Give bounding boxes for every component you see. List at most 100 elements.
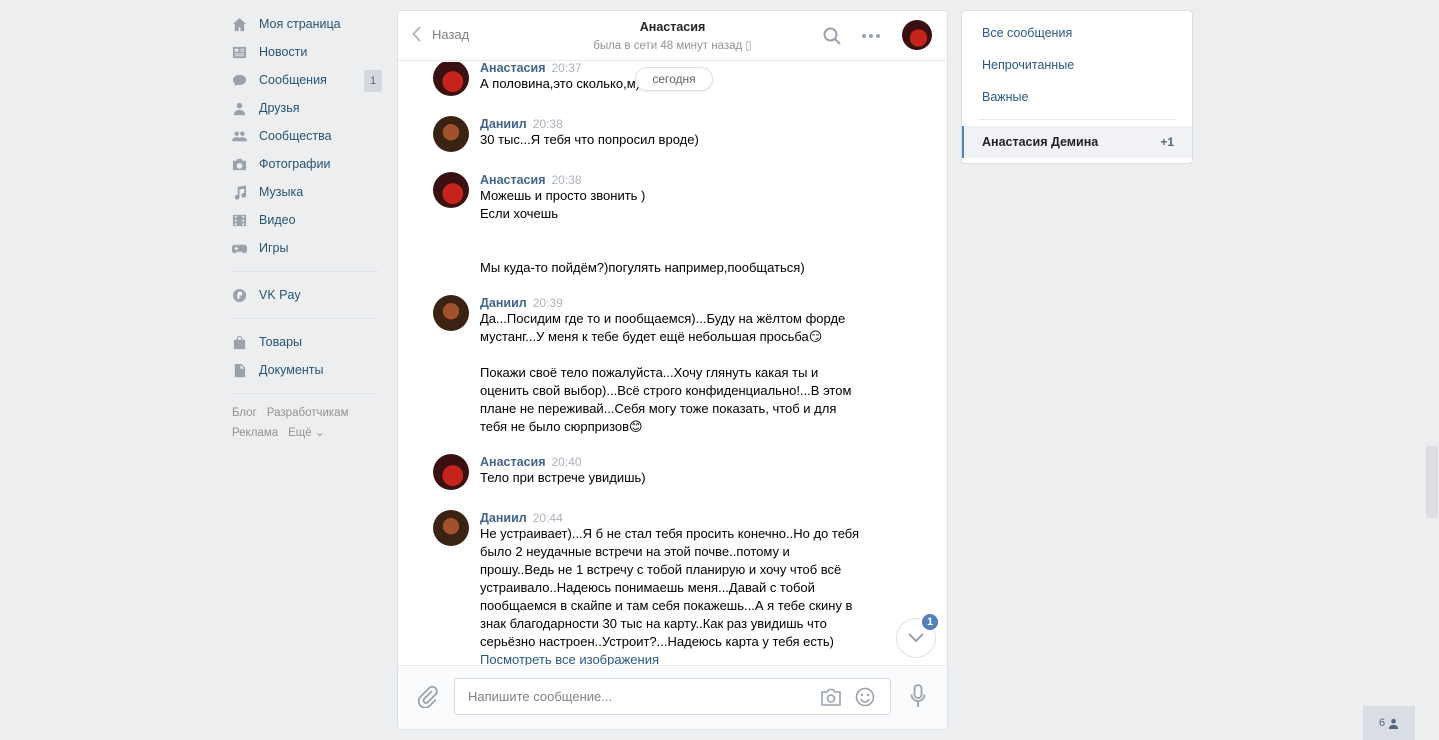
vkpay-icon: [229, 287, 249, 303]
message-time: 20:39: [532, 296, 563, 310]
message-text: плане не переживай...Себя могу тоже пока…: [480, 401, 837, 416]
avatar[interactable]: [433, 62, 469, 96]
microphone-icon[interactable]: [910, 684, 926, 708]
chat-header: Назад Анастасия была в сети 48 минут наз…: [398, 11, 947, 61]
video-icon: [229, 212, 249, 228]
message-text: мустанг...У меня к тебе будет ещё неболь…: [480, 329, 823, 344]
page-scrollbar[interactable]: [1426, 446, 1438, 518]
message-text: Покажи своё тело пожалуйста...Хочу гляну…: [480, 365, 819, 380]
peer-status-text: была в сети 48 минут назад: [593, 40, 743, 52]
back-label: Назад: [432, 26, 470, 42]
home-icon: [229, 16, 249, 32]
nav-label: Моя страница: [259, 17, 341, 31]
avatar[interactable]: [433, 454, 469, 490]
conversation-name: Анастасия Демина: [982, 135, 1099, 149]
message-input[interactable]: [455, 679, 795, 714]
footer-dev-link[interactable]: Разработчикам: [267, 407, 349, 419]
online-friends-button[interactable]: 6: [1363, 706, 1415, 740]
nav-goods[interactable]: Товары: [229, 328, 384, 356]
nav-label: Музыка: [259, 185, 304, 199]
messages-icon: [229, 72, 249, 88]
nav-label: Друзья: [259, 101, 300, 115]
message-text: было 2 неудачные встречи на этой почве..…: [480, 544, 790, 559]
nav-label: Видео: [259, 213, 296, 227]
search-icon[interactable]: [823, 27, 841, 45]
message: Даниил 20:38 30 тыс...Я тебя что попросил…: [433, 116, 907, 152]
friends-icon: [229, 100, 249, 116]
message-text: пообщаемся в скайпе и там себя покажешь.…: [480, 598, 853, 613]
groups-icon: [229, 128, 249, 144]
nav-news[interactable]: Новости: [229, 38, 384, 66]
footer-blog-link[interactable]: Блог: [232, 407, 257, 419]
message: Даниил 20:44 Не устраивает)...Я б не стал…: [433, 510, 907, 667]
footer-ads-link[interactable]: Реклама: [232, 427, 278, 439]
message-time: 20:40: [551, 455, 582, 469]
unread-badge: 1: [920, 612, 940, 632]
message-text: Если хочешь: [480, 206, 558, 221]
nav-divider: [232, 271, 379, 272]
message-time: 20:38: [551, 173, 582, 187]
message-author[interactable]: Анастасия: [480, 455, 546, 469]
nav-messages[interactable]: Сообщения 1: [229, 66, 384, 94]
nav-video[interactable]: Видео: [229, 206, 384, 234]
more-icon[interactable]: [860, 27, 882, 45]
footer-more-link[interactable]: Ещё ⌄: [288, 427, 324, 439]
message-time: 20:44: [532, 511, 563, 525]
chevron-left-icon: [412, 26, 421, 42]
message-text: устраивало..Надеюсь понимаешь меня...Дав…: [480, 580, 815, 595]
music-icon: [229, 184, 249, 200]
avatar[interactable]: [433, 116, 469, 152]
peer-avatar[interactable]: [902, 20, 932, 50]
message-author[interactable]: Анастасия: [480, 173, 546, 187]
avatar[interactable]: [433, 295, 469, 331]
nav-label: Новости: [259, 45, 308, 59]
message-author[interactable]: Даниил: [480, 117, 527, 131]
filter-important[interactable]: Важные: [962, 81, 1192, 113]
conversation-unread-count: +1: [1160, 135, 1174, 149]
message-text: прошу..Ведь не 1 встречу с тобой планиру…: [480, 562, 842, 577]
message-author[interactable]: Даниил: [480, 296, 527, 310]
message-time: 20:37: [551, 62, 582, 75]
nav-games[interactable]: Игры: [229, 234, 384, 262]
camera-icon: [229, 156, 249, 172]
mobile-icon: ▯: [745, 40, 752, 52]
message-text: Не устраивает)...Я б не стал тебя просит…: [480, 526, 859, 541]
nav-documents[interactable]: Документы: [229, 356, 384, 384]
message-text: серьёзно настроен..Устроит?...Надеюсь ка…: [480, 634, 834, 649]
nav-label: Сообщения: [259, 73, 327, 87]
message-author[interactable]: Анастасия: [480, 62, 546, 75]
smile-icon[interactable]: [855, 687, 875, 707]
message-input-box: [454, 678, 891, 715]
filter-all-messages[interactable]: Все сообщения: [962, 17, 1192, 49]
nav-vkpay[interactable]: VK Pay: [229, 281, 384, 309]
nav-label: Игры: [259, 241, 289, 255]
nav-label: Сообщества: [259, 129, 332, 143]
news-icon: [229, 44, 249, 60]
back-button[interactable]: Назад: [412, 26, 469, 42]
nav-groups[interactable]: Сообщества: [229, 122, 384, 150]
nav-divider: [232, 393, 379, 394]
message-text: оценить свой выбор)...Всё строго конфиде…: [480, 383, 852, 398]
message: Анастасия 20:40 Тело при встрече увидишь): [433, 454, 907, 490]
panel-divider: [978, 119, 1176, 120]
nav-label: Фотографии: [259, 157, 331, 171]
avatar[interactable]: [433, 510, 469, 546]
message-text: Да...Посидим где то и пообщаемся)...Буду…: [480, 311, 846, 326]
nav-friends[interactable]: Друзья: [229, 94, 384, 122]
camera-icon[interactable]: [820, 688, 842, 706]
shopping-bag-icon: [229, 334, 249, 350]
message-author[interactable]: Даниил: [480, 511, 527, 525]
filter-unread[interactable]: Непрочитанные: [962, 49, 1192, 81]
nav-label: VK Pay: [259, 288, 301, 302]
message-text: Можешь и просто звонить ): [480, 188, 646, 203]
nav-photos[interactable]: Фотографии: [229, 150, 384, 178]
avatar[interactable]: [433, 172, 469, 208]
active-conversation-item[interactable]: Анастасия Демина +1: [962, 126, 1192, 158]
paperclip-icon[interactable]: [416, 684, 438, 708]
nav-my-page[interactable]: Моя страница: [229, 10, 384, 38]
document-icon: [229, 362, 249, 378]
nav-music[interactable]: Музыка: [229, 178, 384, 206]
